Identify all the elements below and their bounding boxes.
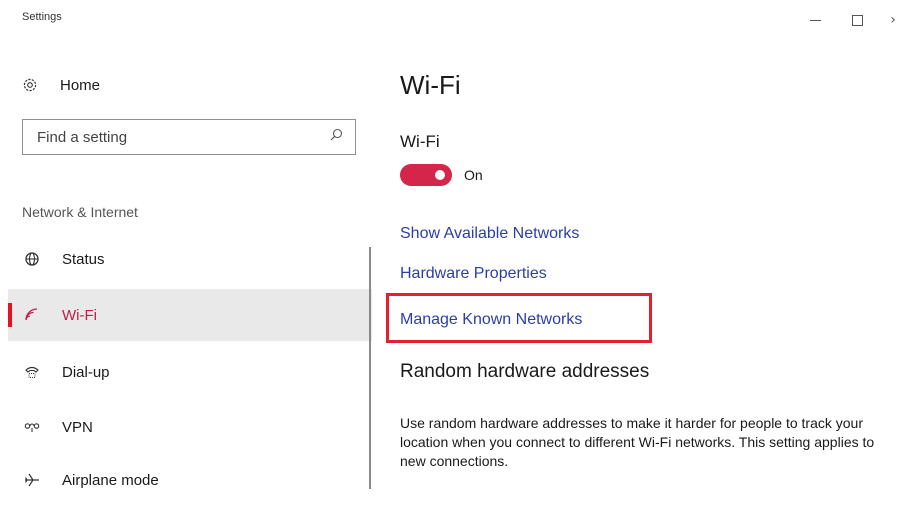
minimize-button[interactable] bbox=[800, 8, 830, 32]
toggle-knob bbox=[435, 170, 445, 180]
sidebar-item-label: Status bbox=[62, 250, 105, 268]
wifi-toggle-state: On bbox=[464, 167, 483, 183]
sidebar-item-vpn[interactable]: VPN bbox=[8, 401, 372, 453]
sidebar-item-label: VPN bbox=[62, 418, 93, 436]
hardware-properties-link[interactable]: Hardware Properties bbox=[400, 265, 547, 283]
sidebar-scrollbar[interactable] bbox=[369, 247, 371, 489]
sidebar-item-status[interactable]: Status bbox=[8, 233, 372, 285]
random-hardware-heading: Random hardware addresses bbox=[400, 361, 650, 382]
sidebar-item-wifi[interactable]: Wi-Fi bbox=[8, 289, 372, 341]
sidebar-item-dialup[interactable]: Dial-up bbox=[8, 346, 372, 398]
manage-known-networks-link[interactable]: Manage Known Networks bbox=[400, 311, 582, 329]
random-hardware-description: Use random hardware addresses to make it… bbox=[400, 415, 875, 469]
sidebar-item-label: Airplane mode bbox=[62, 471, 159, 489]
wifi-icon bbox=[24, 307, 40, 323]
sidebar: Home Network & Internet Status bbox=[0, 40, 372, 489]
airplane-icon bbox=[24, 472, 40, 488]
main-content: Wi-Fi Wi-Fi On Show Available Networks H… bbox=[386, 40, 898, 489]
wifi-toggle[interactable] bbox=[400, 164, 452, 186]
vpn-icon bbox=[24, 419, 40, 435]
maximize-button[interactable] bbox=[842, 8, 872, 32]
globe-icon bbox=[24, 251, 40, 267]
sidebar-item-airplane-mode[interactable]: Airplane mode bbox=[8, 454, 372, 506]
sidebar-item-home[interactable]: Home bbox=[22, 72, 100, 98]
close-icon: › bbox=[890, 12, 896, 28]
maximize-icon bbox=[851, 14, 863, 26]
app-title: Settings bbox=[22, 11, 62, 23]
sidebar-item-label: Wi-Fi bbox=[62, 306, 97, 324]
close-button[interactable]: › bbox=[878, 8, 898, 32]
title-bar: Settings › bbox=[0, 0, 898, 40]
section-label: Network & Internet bbox=[22, 204, 138, 220]
minimize-icon bbox=[809, 19, 821, 21]
sidebar-item-label: Dial-up bbox=[62, 363, 110, 381]
search-input[interactable] bbox=[37, 128, 330, 146]
page-title: Wi-Fi bbox=[400, 70, 461, 100]
wifi-toggle-label: Wi-Fi bbox=[400, 132, 440, 151]
search-box[interactable] bbox=[22, 119, 356, 155]
phone-icon bbox=[24, 364, 40, 380]
search-icon[interactable] bbox=[330, 128, 343, 146]
gear-icon bbox=[22, 77, 38, 93]
sidebar-item-label: Home bbox=[60, 76, 101, 94]
show-available-networks-link[interactable]: Show Available Networks bbox=[400, 225, 579, 243]
